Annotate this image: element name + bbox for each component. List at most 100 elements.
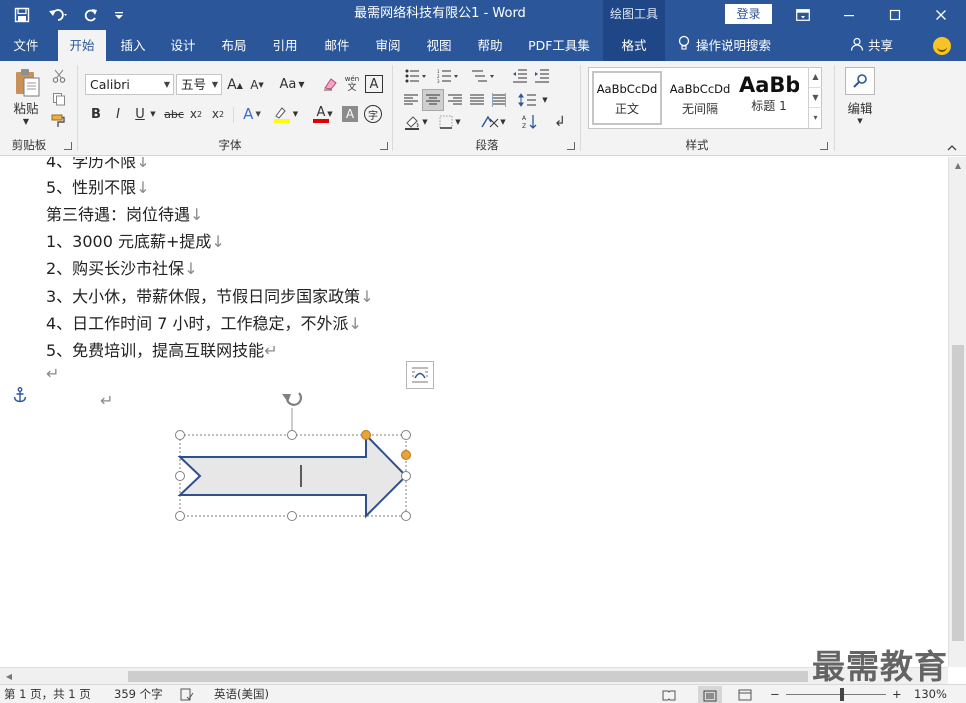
underline-icon[interactable]: U xyxy=(132,105,148,123)
zoom-slider-track[interactable] xyxy=(786,694,886,695)
tab-file[interactable]: 文件 xyxy=(0,30,52,61)
language-indicator[interactable]: 英语(美国) xyxy=(214,685,269,703)
show-hide-marks-icon[interactable]: ↲ xyxy=(551,113,569,131)
chinese-layout-icon[interactable]: ▼ xyxy=(478,113,508,131)
enclose-characters-icon[interactable]: 字 xyxy=(364,105,382,123)
gallery-up-icon[interactable]: ▲ xyxy=(809,67,822,87)
bullets-icon[interactable] xyxy=(402,67,430,85)
format-painter-icon[interactable] xyxy=(50,112,68,130)
customize-toolbar-icon[interactable] xyxy=(110,0,128,30)
italic-icon[interactable]: I xyxy=(110,105,126,123)
style-no-spacing[interactable]: AaBbCcDd 无间隔 xyxy=(665,71,735,125)
find-icon[interactable] xyxy=(845,67,875,95)
document-line[interactable]: 1、3000 元底薪+提成↓ xyxy=(46,228,225,252)
align-left-icon[interactable] xyxy=(402,91,420,109)
tab-mailings[interactable]: 邮件 xyxy=(314,30,360,61)
gallery-more-icon[interactable]: ▾ xyxy=(809,107,822,127)
underline-dropdown-icon[interactable]: ▼ xyxy=(149,107,157,121)
resize-handle-bottom-right[interactable] xyxy=(401,511,411,521)
grow-font-icon[interactable]: A ▲ xyxy=(226,75,244,95)
text-effects-icon[interactable]: A ▼ xyxy=(238,104,266,124)
document-line[interactable]: 3、大小休，带薪休假，节假日同步国家政策↓ xyxy=(46,283,374,307)
tab-review[interactable]: 审阅 xyxy=(365,30,411,61)
redo-icon[interactable] xyxy=(80,0,102,30)
web-layout-icon[interactable] xyxy=(738,685,752,703)
style-normal[interactable]: AaBbCcDd 正文 xyxy=(592,71,662,125)
change-case-icon[interactable]: Aa ▼ xyxy=(276,74,308,94)
zoom-slider-thumb[interactable] xyxy=(840,688,844,701)
document-line[interactable]: ↵ xyxy=(46,364,59,383)
vertical-scroll-thumb[interactable] xyxy=(952,345,964,641)
sort-icon[interactable]: AZ xyxy=(520,113,540,131)
tab-home[interactable]: 开始 xyxy=(58,30,106,61)
anchor-icon[interactable] xyxy=(12,386,28,404)
print-layout-icon[interactable] xyxy=(698,686,722,703)
save-icon[interactable] xyxy=(8,0,36,30)
style-heading-1[interactable]: AaBb 标题 1 xyxy=(739,71,799,125)
decrease-indent-icon[interactable] xyxy=(511,67,529,85)
horizontal-scroll-thumb[interactable] xyxy=(128,671,808,682)
tab-insert[interactable]: 插入 xyxy=(110,30,156,61)
login-button[interactable]: 登录 xyxy=(725,4,772,24)
editing-label[interactable]: 编辑 xyxy=(840,99,880,116)
cut-icon[interactable] xyxy=(50,67,68,85)
document-line[interactable]: 2、购买长沙市社保↓ xyxy=(46,255,198,279)
multilevel-list-icon[interactable] xyxy=(468,67,498,85)
resize-handle-right[interactable] xyxy=(401,471,411,481)
paragraph-launcher-icon[interactable] xyxy=(567,142,575,150)
close-icon[interactable] xyxy=(918,0,964,30)
resize-handle-bottom[interactable] xyxy=(287,511,297,521)
resize-handle-top[interactable] xyxy=(287,430,297,440)
line-spacing-icon[interactable]: ▼ xyxy=(518,91,548,109)
clear-formatting-icon[interactable] xyxy=(320,74,340,94)
styles-launcher-icon[interactable] xyxy=(820,142,828,150)
character-shading-icon[interactable]: A xyxy=(342,106,358,122)
maximize-icon[interactable] xyxy=(872,0,918,30)
horizontal-scrollbar[interactable]: ◀ xyxy=(0,667,948,684)
proofing-icon[interactable] xyxy=(180,685,194,703)
read-mode-icon[interactable] xyxy=(662,685,676,703)
paste-label[interactable]: 粘贴 xyxy=(8,99,44,116)
tell-me-search[interactable]: 操作说明搜索 xyxy=(678,30,771,61)
strikethrough-icon[interactable]: abc xyxy=(163,105,185,123)
resize-handle-top-right[interactable] xyxy=(401,430,411,440)
document-line[interactable]: 4、学历不限↓ xyxy=(46,157,150,172)
styles-gallery-scroll[interactable]: ▲ ▼ ▾ xyxy=(808,67,822,129)
paste-icon[interactable] xyxy=(12,67,42,97)
bold-icon[interactable]: B xyxy=(88,105,104,123)
gallery-down-icon[interactable]: ▼ xyxy=(809,87,822,107)
tab-design[interactable]: 设计 xyxy=(160,30,206,61)
ribbon-display-options-icon[interactable] xyxy=(780,0,826,30)
document-line[interactable]: 4、日工作时间 7 小时，工作稳定，不外派↓ xyxy=(46,310,362,334)
document-line[interactable]: 5、性别不限↓ xyxy=(46,174,150,198)
font-name-dropdown[interactable]: Calibri ▼ xyxy=(85,74,174,95)
copy-icon[interactable] xyxy=(50,90,68,108)
right-arrow-shape[interactable] xyxy=(168,385,424,533)
resize-handle-bottom-left[interactable] xyxy=(175,511,185,521)
tab-pdf-tools[interactable]: PDF工具集 xyxy=(522,30,596,61)
paste-dropdown-icon[interactable]: ▼ xyxy=(20,116,32,126)
undo-icon[interactable] xyxy=(42,0,76,30)
adjust-handle-head[interactable] xyxy=(361,430,371,440)
page-count[interactable]: 第 1 页，共 1 页 xyxy=(4,685,91,703)
paragraph-shading-icon[interactable]: ▼ xyxy=(402,113,430,131)
adjust-handle-shaft[interactable] xyxy=(401,450,411,460)
numbering-icon[interactable]: 123 xyxy=(434,67,462,85)
document-line[interactable]: 第三待遇：岗位待遇↓ xyxy=(46,201,203,225)
document-page[interactable]: 4、学历不限↓ 5、性别不限↓ 第三待遇：岗位待遇↓ 1、3000 元底薪+提成… xyxy=(0,157,948,667)
vertical-scrollbar[interactable]: ▲ xyxy=(948,157,966,667)
justify-icon[interactable] xyxy=(468,91,486,109)
minimize-icon[interactable] xyxy=(826,0,872,30)
align-right-icon[interactable] xyxy=(446,91,464,109)
superscript-icon[interactable]: x2 xyxy=(210,105,226,123)
share-button[interactable]: 共享 xyxy=(850,30,893,61)
subscript-icon[interactable]: x2 xyxy=(188,105,204,123)
tab-layout[interactable]: 布局 xyxy=(211,30,257,61)
editing-dropdown-icon[interactable]: ▼ xyxy=(855,116,865,126)
distributed-icon[interactable] xyxy=(490,91,508,109)
tab-help[interactable]: 帮助 xyxy=(467,30,513,61)
resize-handle-top-left[interactable] xyxy=(175,430,185,440)
tab-references[interactable]: 引用 xyxy=(262,30,308,61)
zoom-out-button[interactable]: − xyxy=(770,685,780,703)
document-line[interactable]: 5、免费培训，提高互联网技能↵ xyxy=(46,337,278,361)
